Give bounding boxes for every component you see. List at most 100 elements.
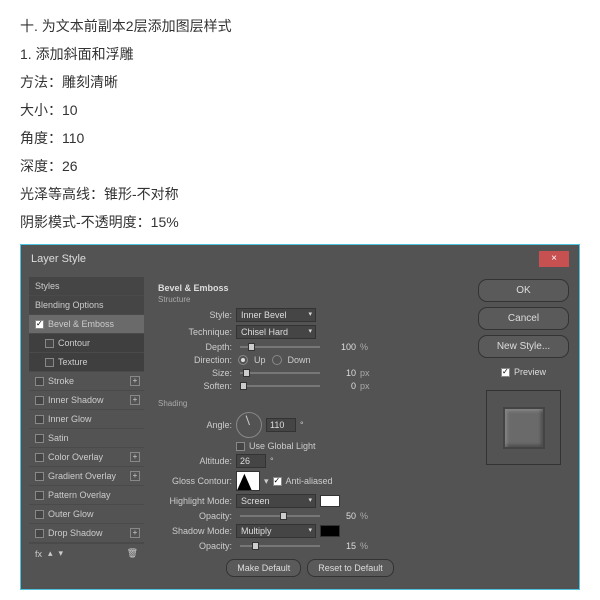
instr-line: 十. 为文本前副本2层添加图层样式 bbox=[20, 12, 580, 40]
opacity-label: Opacity: bbox=[158, 541, 232, 551]
checkbox-icon[interactable] bbox=[45, 339, 54, 348]
checkbox-icon[interactable] bbox=[35, 491, 44, 500]
shadow-label: Shadow Mode: bbox=[158, 526, 232, 536]
structure-label: Structure bbox=[158, 295, 462, 304]
texture-item[interactable]: Texture bbox=[29, 353, 144, 372]
highlight-color-swatch[interactable] bbox=[320, 495, 340, 507]
make-default-button[interactable]: Make Default bbox=[226, 559, 301, 577]
checkbox-icon[interactable] bbox=[35, 415, 44, 424]
size-value[interactable]: 10 bbox=[328, 368, 356, 378]
blending-options[interactable]: Blending Options bbox=[29, 296, 144, 315]
add-icon[interactable]: + bbox=[130, 452, 140, 462]
trash-icon[interactable]: 🗑 bbox=[127, 548, 138, 559]
gloss-label: Gloss Contour: bbox=[158, 476, 232, 486]
instruction-block: 十. 为文本前副本2层添加图层样式 1. 添加斜面和浮雕 方法：雕刻清晰 大小：… bbox=[0, 0, 600, 244]
satin-item[interactable]: Satin bbox=[29, 429, 144, 448]
direction-label: Direction: bbox=[158, 355, 232, 365]
outer-glow-item[interactable]: Outer Glow bbox=[29, 505, 144, 524]
close-button[interactable]: × bbox=[539, 251, 569, 267]
instr-line: 光泽等高线：锥形-不对称 bbox=[20, 180, 580, 208]
highlight-label: Highlight Mode: bbox=[158, 496, 232, 506]
size-label: Size: bbox=[158, 368, 232, 378]
preview-thumbnail bbox=[486, 390, 561, 465]
preview-checkbox[interactable] bbox=[501, 368, 510, 377]
checkbox-icon[interactable] bbox=[35, 434, 44, 443]
bevel-title: Bevel & Emboss bbox=[158, 283, 462, 293]
ok-button[interactable]: OK bbox=[478, 279, 569, 302]
highlight-mode-dropdown[interactable]: Screen bbox=[236, 494, 316, 508]
instr-line: 大小：10 bbox=[20, 96, 580, 124]
arrow-up-icon[interactable]: ▴ bbox=[48, 548, 53, 559]
gloss-contour-picker[interactable] bbox=[236, 471, 260, 491]
preview-swatch bbox=[503, 407, 545, 449]
checkbox-icon[interactable] bbox=[35, 529, 44, 538]
style-label: Style: bbox=[158, 310, 232, 320]
add-icon[interactable]: + bbox=[130, 376, 140, 386]
global-light-label: Use Global Light bbox=[249, 441, 316, 451]
angle-wheel[interactable] bbox=[236, 412, 262, 438]
checkbox-icon[interactable] bbox=[45, 358, 54, 367]
soften-value[interactable]: 0 bbox=[328, 381, 356, 391]
dialog-title: Layer Style bbox=[31, 253, 86, 265]
add-icon[interactable]: + bbox=[130, 395, 140, 405]
style-dropdown[interactable]: Inner Bevel bbox=[236, 308, 316, 322]
shadow-opacity-value[interactable]: 15 bbox=[328, 541, 356, 551]
new-style-button[interactable]: New Style... bbox=[478, 335, 569, 358]
right-panel: OK Cancel New Style... Preview bbox=[476, 277, 571, 581]
soften-slider[interactable] bbox=[240, 385, 320, 387]
color-overlay-item[interactable]: Color Overlay+ bbox=[29, 448, 144, 467]
checkbox-icon[interactable] bbox=[35, 510, 44, 519]
depth-label: Depth: bbox=[158, 342, 232, 352]
instr-line: 角度：110 bbox=[20, 124, 580, 152]
checkbox-icon[interactable] bbox=[35, 396, 44, 405]
shading-label: Shading bbox=[158, 399, 462, 408]
styles-list: Styles Blending Options Bevel & Emboss C… bbox=[29, 277, 144, 581]
shadow-color-swatch[interactable] bbox=[320, 525, 340, 537]
technique-dropdown[interactable]: Chisel Hard bbox=[236, 325, 316, 339]
anti-aliased-checkbox[interactable] bbox=[273, 477, 282, 486]
contour-chevron-icon[interactable]: ▾ bbox=[264, 476, 269, 487]
reset-default-button[interactable]: Reset to Default bbox=[307, 559, 394, 577]
add-icon[interactable]: + bbox=[130, 471, 140, 481]
depth-slider[interactable] bbox=[240, 346, 320, 348]
fx-footer: fx ▴ ▾ 🗑 bbox=[29, 543, 144, 563]
stroke-item[interactable]: Stroke+ bbox=[29, 372, 144, 391]
opacity-label: Opacity: bbox=[158, 511, 232, 521]
size-slider[interactable] bbox=[240, 372, 320, 374]
preview-label: Preview bbox=[514, 367, 546, 377]
angle-input[interactable]: 110 bbox=[266, 418, 296, 432]
up-radio[interactable] bbox=[238, 355, 248, 365]
pattern-overlay-item[interactable]: Pattern Overlay bbox=[29, 486, 144, 505]
inner-glow-item[interactable]: Inner Glow bbox=[29, 410, 144, 429]
down-radio[interactable] bbox=[272, 355, 282, 365]
checkbox-icon[interactable] bbox=[35, 472, 44, 481]
checkbox-icon[interactable] bbox=[35, 453, 44, 462]
inner-shadow-item[interactable]: Inner Shadow+ bbox=[29, 391, 144, 410]
add-icon[interactable]: + bbox=[130, 528, 140, 538]
highlight-opacity-slider[interactable] bbox=[240, 515, 320, 517]
angle-label: Angle: bbox=[158, 420, 232, 430]
instr-line: 1. 添加斜面和浮雕 bbox=[20, 40, 580, 68]
checkbox-icon[interactable] bbox=[35, 320, 44, 329]
styles-header[interactable]: Styles bbox=[29, 277, 144, 296]
drop-shadow-item[interactable]: Drop Shadow+ bbox=[29, 524, 144, 543]
bevel-emboss-item[interactable]: Bevel & Emboss bbox=[29, 315, 144, 334]
contour-item[interactable]: Contour bbox=[29, 334, 144, 353]
titlebar: Layer Style × bbox=[23, 247, 577, 271]
depth-value[interactable]: 100 bbox=[328, 342, 356, 352]
gradient-overlay-item[interactable]: Gradient Overlay+ bbox=[29, 467, 144, 486]
highlight-opacity-value[interactable]: 50 bbox=[328, 511, 356, 521]
arrow-down-icon[interactable]: ▾ bbox=[59, 548, 64, 559]
cancel-button[interactable]: Cancel bbox=[478, 307, 569, 330]
shadow-opacity-slider[interactable] bbox=[240, 545, 320, 547]
global-light-checkbox[interactable] bbox=[236, 442, 245, 451]
settings-panel: Bevel & Emboss Structure Style: Inner Bev… bbox=[150, 277, 470, 581]
soften-label: Soften: bbox=[158, 381, 232, 391]
shadow-mode-dropdown[interactable]: Multiply bbox=[236, 524, 316, 538]
instr-line: 阴影模式-不透明度：15% bbox=[20, 208, 580, 236]
instr-line: 深度：26 bbox=[20, 152, 580, 180]
altitude-input[interactable]: 26 bbox=[236, 454, 266, 468]
checkbox-icon[interactable] bbox=[35, 377, 44, 386]
instr-line: 方法：雕刻清晰 bbox=[20, 68, 580, 96]
altitude-label: Altitude: bbox=[158, 456, 232, 466]
